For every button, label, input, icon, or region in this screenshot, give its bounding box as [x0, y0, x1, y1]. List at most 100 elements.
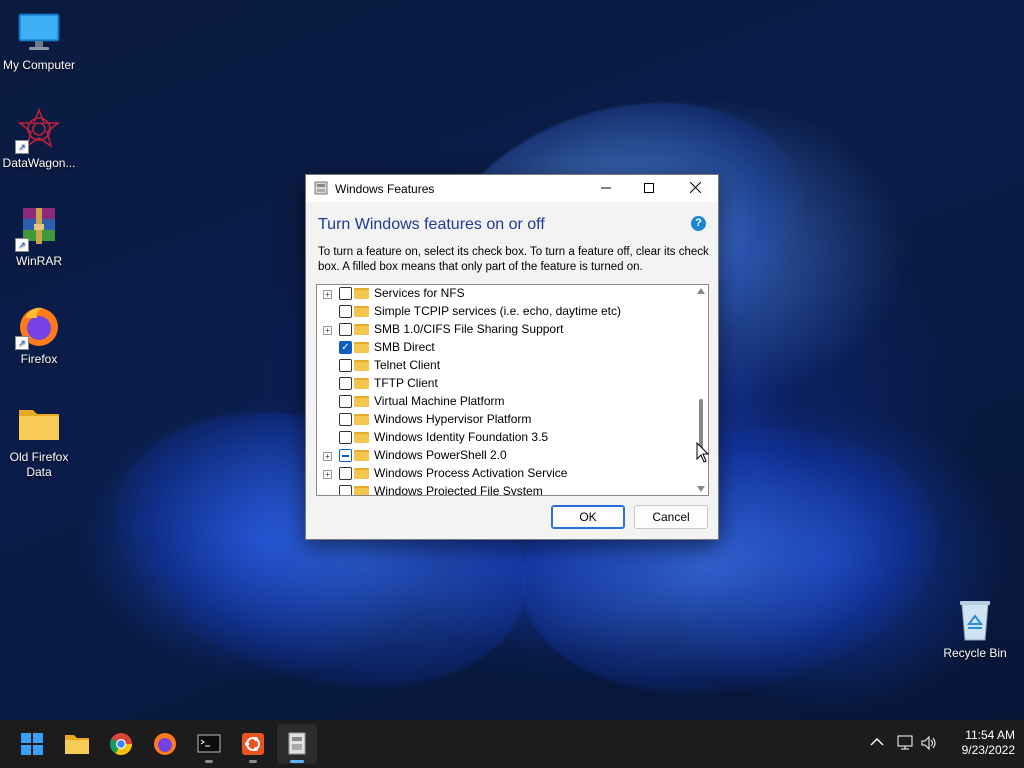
close-button[interactable] — [672, 175, 718, 202]
windows-start-icon — [21, 733, 43, 755]
feature-row[interactable]: + Windows Process Activation Service — [317, 465, 692, 483]
expand-icon[interactable]: + — [323, 470, 332, 479]
folder-icon — [354, 486, 369, 495]
volume-icon[interactable] — [920, 734, 938, 752]
folder-icon — [354, 468, 369, 479]
title-bar[interactable]: Windows Features — [306, 175, 718, 202]
feature-row[interactable]: Virtual Machine Platform — [317, 393, 692, 411]
folder-icon — [354, 432, 369, 443]
expand-icon[interactable]: + — [323, 326, 332, 335]
folder-icon — [17, 402, 61, 446]
dialog-title: Windows Features — [335, 182, 435, 196]
feature-row[interactable]: Windows Hypervisor Platform — [317, 411, 692, 429]
feature-checkbox[interactable] — [339, 323, 352, 336]
firefox-icon: ↗ — [15, 304, 61, 350]
dialog-description: To turn a feature on, select its check b… — [318, 246, 709, 273]
feature-checkbox[interactable] — [339, 413, 352, 426]
ok-button[interactable]: OK — [551, 505, 625, 529]
desktop-icon-firefox[interactable]: ↗ Firefox — [0, 304, 78, 367]
dialog-heading: Turn Windows features on or off — [318, 216, 545, 233]
feature-checkbox[interactable] — [339, 395, 352, 408]
network-icon[interactable] — [896, 734, 914, 752]
desktop-icon-label: WinRAR — [15, 254, 62, 268]
folder-icon — [354, 414, 369, 425]
feature-row[interactable]: + Services for NFS — [317, 285, 692, 303]
file-explorer-icon — [65, 735, 89, 754]
feature-row[interactable]: Telnet Client — [317, 357, 692, 375]
ubuntu-icon — [242, 733, 264, 755]
folder-icon — [354, 450, 369, 461]
desktop-icon-label: My Computer — [2, 58, 76, 72]
windows-features-dialog: Windows Features Turn Windows features o… — [305, 174, 719, 540]
running-indicator — [205, 760, 213, 763]
feature-row[interactable]: Windows Identity Foundation 3.5 — [317, 429, 692, 447]
feature-label: TFTP Client — [374, 376, 438, 390]
show-hidden-icons-button[interactable] — [870, 734, 884, 750]
feature-checkbox[interactable] — [339, 287, 352, 300]
desktop-icon-datawagon[interactable]: ↗ DataWagon... — [0, 107, 78, 171]
chevron-up-icon — [870, 738, 884, 746]
feature-row[interactable]: TFTP Client — [317, 375, 692, 393]
feature-label: Windows Hypervisor Platform — [374, 412, 532, 426]
feature-label: SMB Direct — [374, 340, 435, 354]
feature-label: Services for NFS — [374, 286, 465, 300]
expand-icon[interactable]: + — [323, 290, 332, 299]
feature-checkbox[interactable] — [339, 359, 352, 372]
feature-label: SMB 1.0/CIFS File Sharing Support — [374, 322, 564, 336]
desktop-icon-label: DataWagon... — [2, 156, 76, 170]
maximize-icon — [644, 183, 654, 193]
clock-date: 9/23/2022 — [961, 743, 1015, 757]
running-indicator — [249, 760, 257, 763]
shortcut-arrow-icon: ↗ — [15, 238, 29, 252]
feature-label: Windows Identity Foundation 3.5 — [374, 430, 549, 444]
feature-row[interactable]: + SMB 1.0/CIFS File Sharing Support — [317, 321, 692, 339]
features-tree[interactable]: + Services for NFS Simple TCPIP services (… — [316, 284, 709, 496]
feature-checkbox[interactable] — [339, 377, 352, 390]
minimize-button[interactable] — [583, 175, 629, 202]
cancel-button[interactable]: Cancel — [634, 505, 708, 529]
help-icon[interactable]: ? — [691, 216, 706, 231]
active-indicator — [290, 760, 304, 763]
scroll-up-icon[interactable] — [697, 288, 705, 294]
desktop-icon-recycle-bin[interactable]: Recycle Bin — [936, 598, 1014, 661]
start-button[interactable] — [12, 724, 52, 764]
folder-icon — [354, 360, 369, 371]
shortcut-arrow-icon: ↗ — [15, 140, 29, 154]
maximize-button[interactable] — [626, 175, 672, 202]
taskbar-chrome[interactable] — [101, 724, 141, 764]
feature-row[interactable]: Windows Projected File System — [317, 483, 692, 496]
feature-label: Windows Projected File System — [374, 484, 543, 496]
scroll-down-icon[interactable] — [697, 486, 705, 492]
mouse-cursor-icon — [696, 442, 710, 463]
taskbar-firefox[interactable] — [145, 724, 185, 764]
taskbar-windows-features[interactable] — [277, 724, 317, 764]
taskbar-terminal[interactable] — [189, 724, 229, 764]
feature-row[interactable]: Simple TCPIP services (i.e. echo, daytim… — [317, 303, 692, 321]
feature-checkbox[interactable] — [339, 449, 352, 462]
feature-row[interactable]: ✓ SMB Direct — [317, 339, 692, 357]
feature-checkbox[interactable] — [339, 431, 352, 444]
feature-checkbox[interactable] — [339, 305, 352, 318]
folder-icon — [354, 306, 369, 317]
desktop-icon-my-computer[interactable]: My Computer — [0, 10, 78, 73]
desktop-icon-winrar[interactable]: ↗ WinRAR — [0, 206, 78, 269]
folder-icon — [354, 378, 369, 389]
feature-row[interactable]: + Windows PowerShell 2.0 — [317, 447, 692, 465]
taskbar-ubuntu[interactable] — [233, 724, 273, 764]
folder-icon — [354, 396, 369, 407]
minimize-icon — [601, 187, 611, 189]
taskbar-file-explorer[interactable] — [57, 724, 97, 764]
feature-checkbox[interactable] — [339, 467, 352, 480]
feature-label: Virtual Machine Platform — [374, 394, 505, 408]
desktop-icon-label: Old Firefox Data — [9, 450, 69, 479]
monitor-icon — [17, 10, 61, 54]
clock-time: 11:54 AM — [965, 728, 1015, 742]
desktop-icon-old-firefox-data[interactable]: Old Firefox Data — [0, 402, 78, 480]
feature-checkbox[interactable]: ✓ — [339, 341, 352, 354]
desktop-icon-label: Recycle Bin — [943, 646, 1007, 660]
system-clock[interactable]: 11:54 AM 9/23/2022 — [945, 728, 1015, 758]
taskbar: 11:54 AM 9/23/2022 — [0, 720, 1024, 768]
expand-icon[interactable]: + — [323, 452, 332, 461]
chrome-icon — [110, 733, 132, 755]
feature-checkbox[interactable] — [339, 485, 352, 495]
